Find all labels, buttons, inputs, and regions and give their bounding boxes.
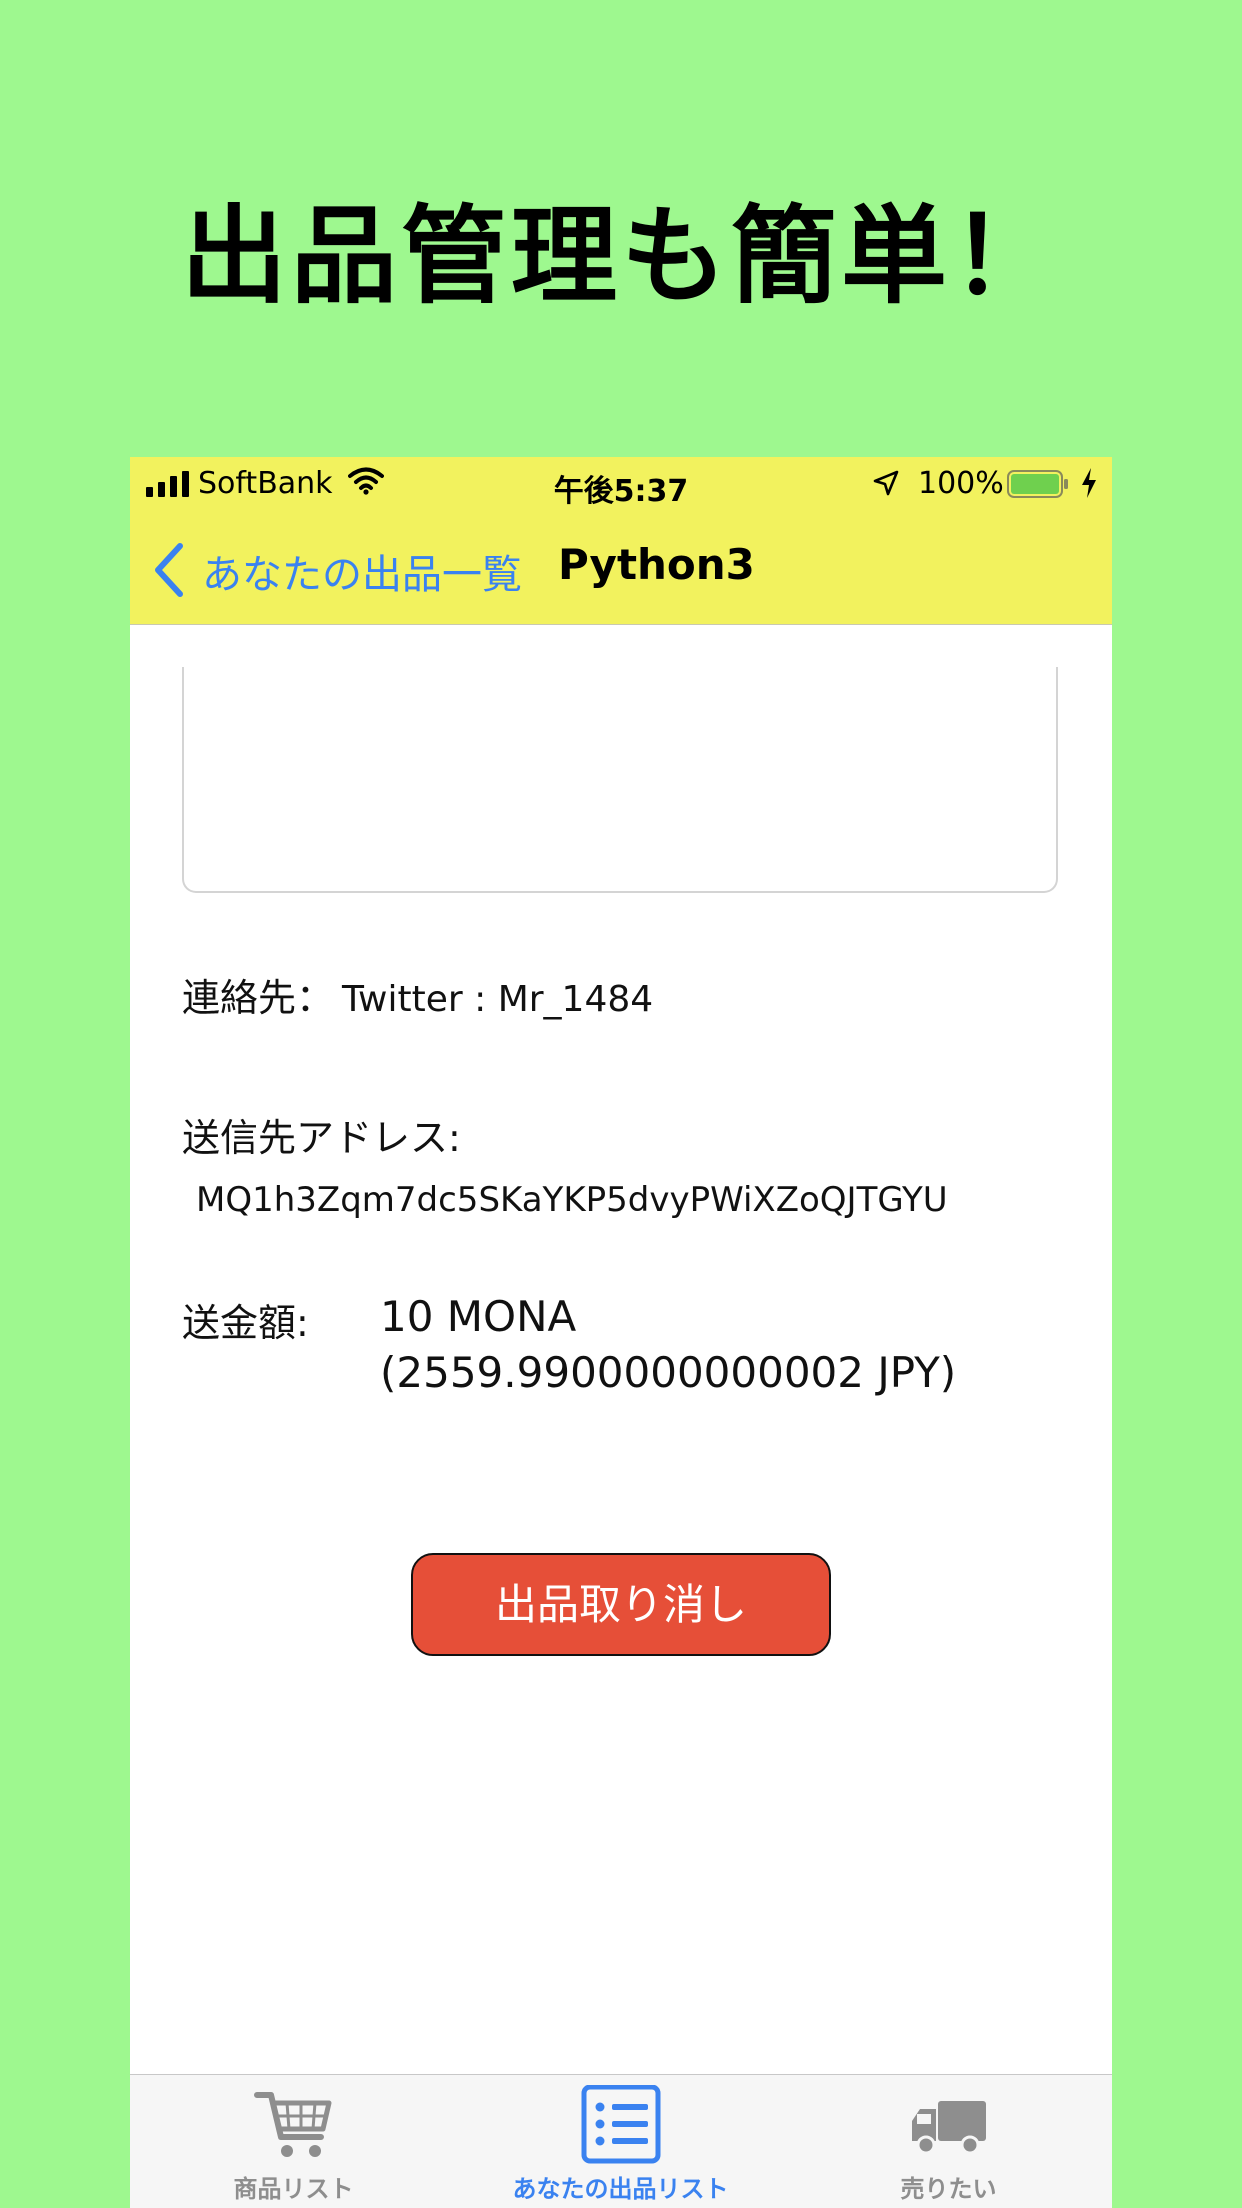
list-icon	[581, 2085, 660, 2164]
truck-icon	[911, 2101, 986, 2155]
page-title: Python3	[558, 540, 755, 589]
tab-bar: 商品リスト あなたの出品リスト 売りたい	[130, 2074, 1112, 2208]
battery-icon	[1007, 470, 1068, 498]
tab-label: あなたの出品リスト	[512, 2175, 729, 2203]
tab-product-list[interactable]: 商品リスト	[130, 2075, 457, 2208]
back-button[interactable]: あなたの出品一覧	[202, 542, 522, 600]
address-value: MQ1h3Zqm7dc5SKaYKP5dvyPWiXZoQJTGYU	[196, 1180, 948, 1220]
charging-bolt-icon	[1082, 468, 1096, 498]
promo-headline: 出品管理も簡単！	[181, 195, 1061, 318]
cancel-listing-button[interactable]: 出品取り消し	[411, 1553, 831, 1656]
tab-label: 売りたい	[900, 2175, 997, 2203]
description-text-area[interactable]	[182, 667, 1058, 893]
back-chevron-icon[interactable]	[152, 542, 186, 598]
address-label: 送信先アドレス:	[182, 1116, 461, 1160]
contact-label: 連絡先：	[182, 976, 335, 1020]
phone-screen: SoftBank 午後5:37 100% あなたの出品一覧 Python3 連絡…	[130, 457, 1112, 2208]
battery-percent: 100%	[918, 466, 1004, 501]
tab-my-listings[interactable]: あなたの出品リスト	[457, 2075, 784, 2208]
tab-label: 商品リスト	[233, 2175, 354, 2203]
location-arrow-icon	[873, 470, 899, 496]
tab-sell[interactable]: 売りたい	[785, 2075, 1112, 2208]
navigation-bar: あなたの出品一覧 Python3	[130, 512, 1112, 625]
amount-jpy: (2559.9900000000002 JPY)	[380, 1348, 957, 1397]
status-bar: SoftBank 午後5:37 100%	[130, 457, 1112, 512]
cart-icon	[253, 2092, 331, 2157]
amount-label: 送金額:	[182, 1301, 309, 1345]
contact-row: 連絡先： Twitter : Mr_1484	[182, 967, 653, 1022]
contact-value: Twitter : Mr_1484	[342, 979, 654, 1020]
amount-mona: 10 MONA	[380, 1292, 577, 1341]
amount-value-block: 10 MONA (2559.9900000000002 JPY)	[380, 1289, 956, 1401]
